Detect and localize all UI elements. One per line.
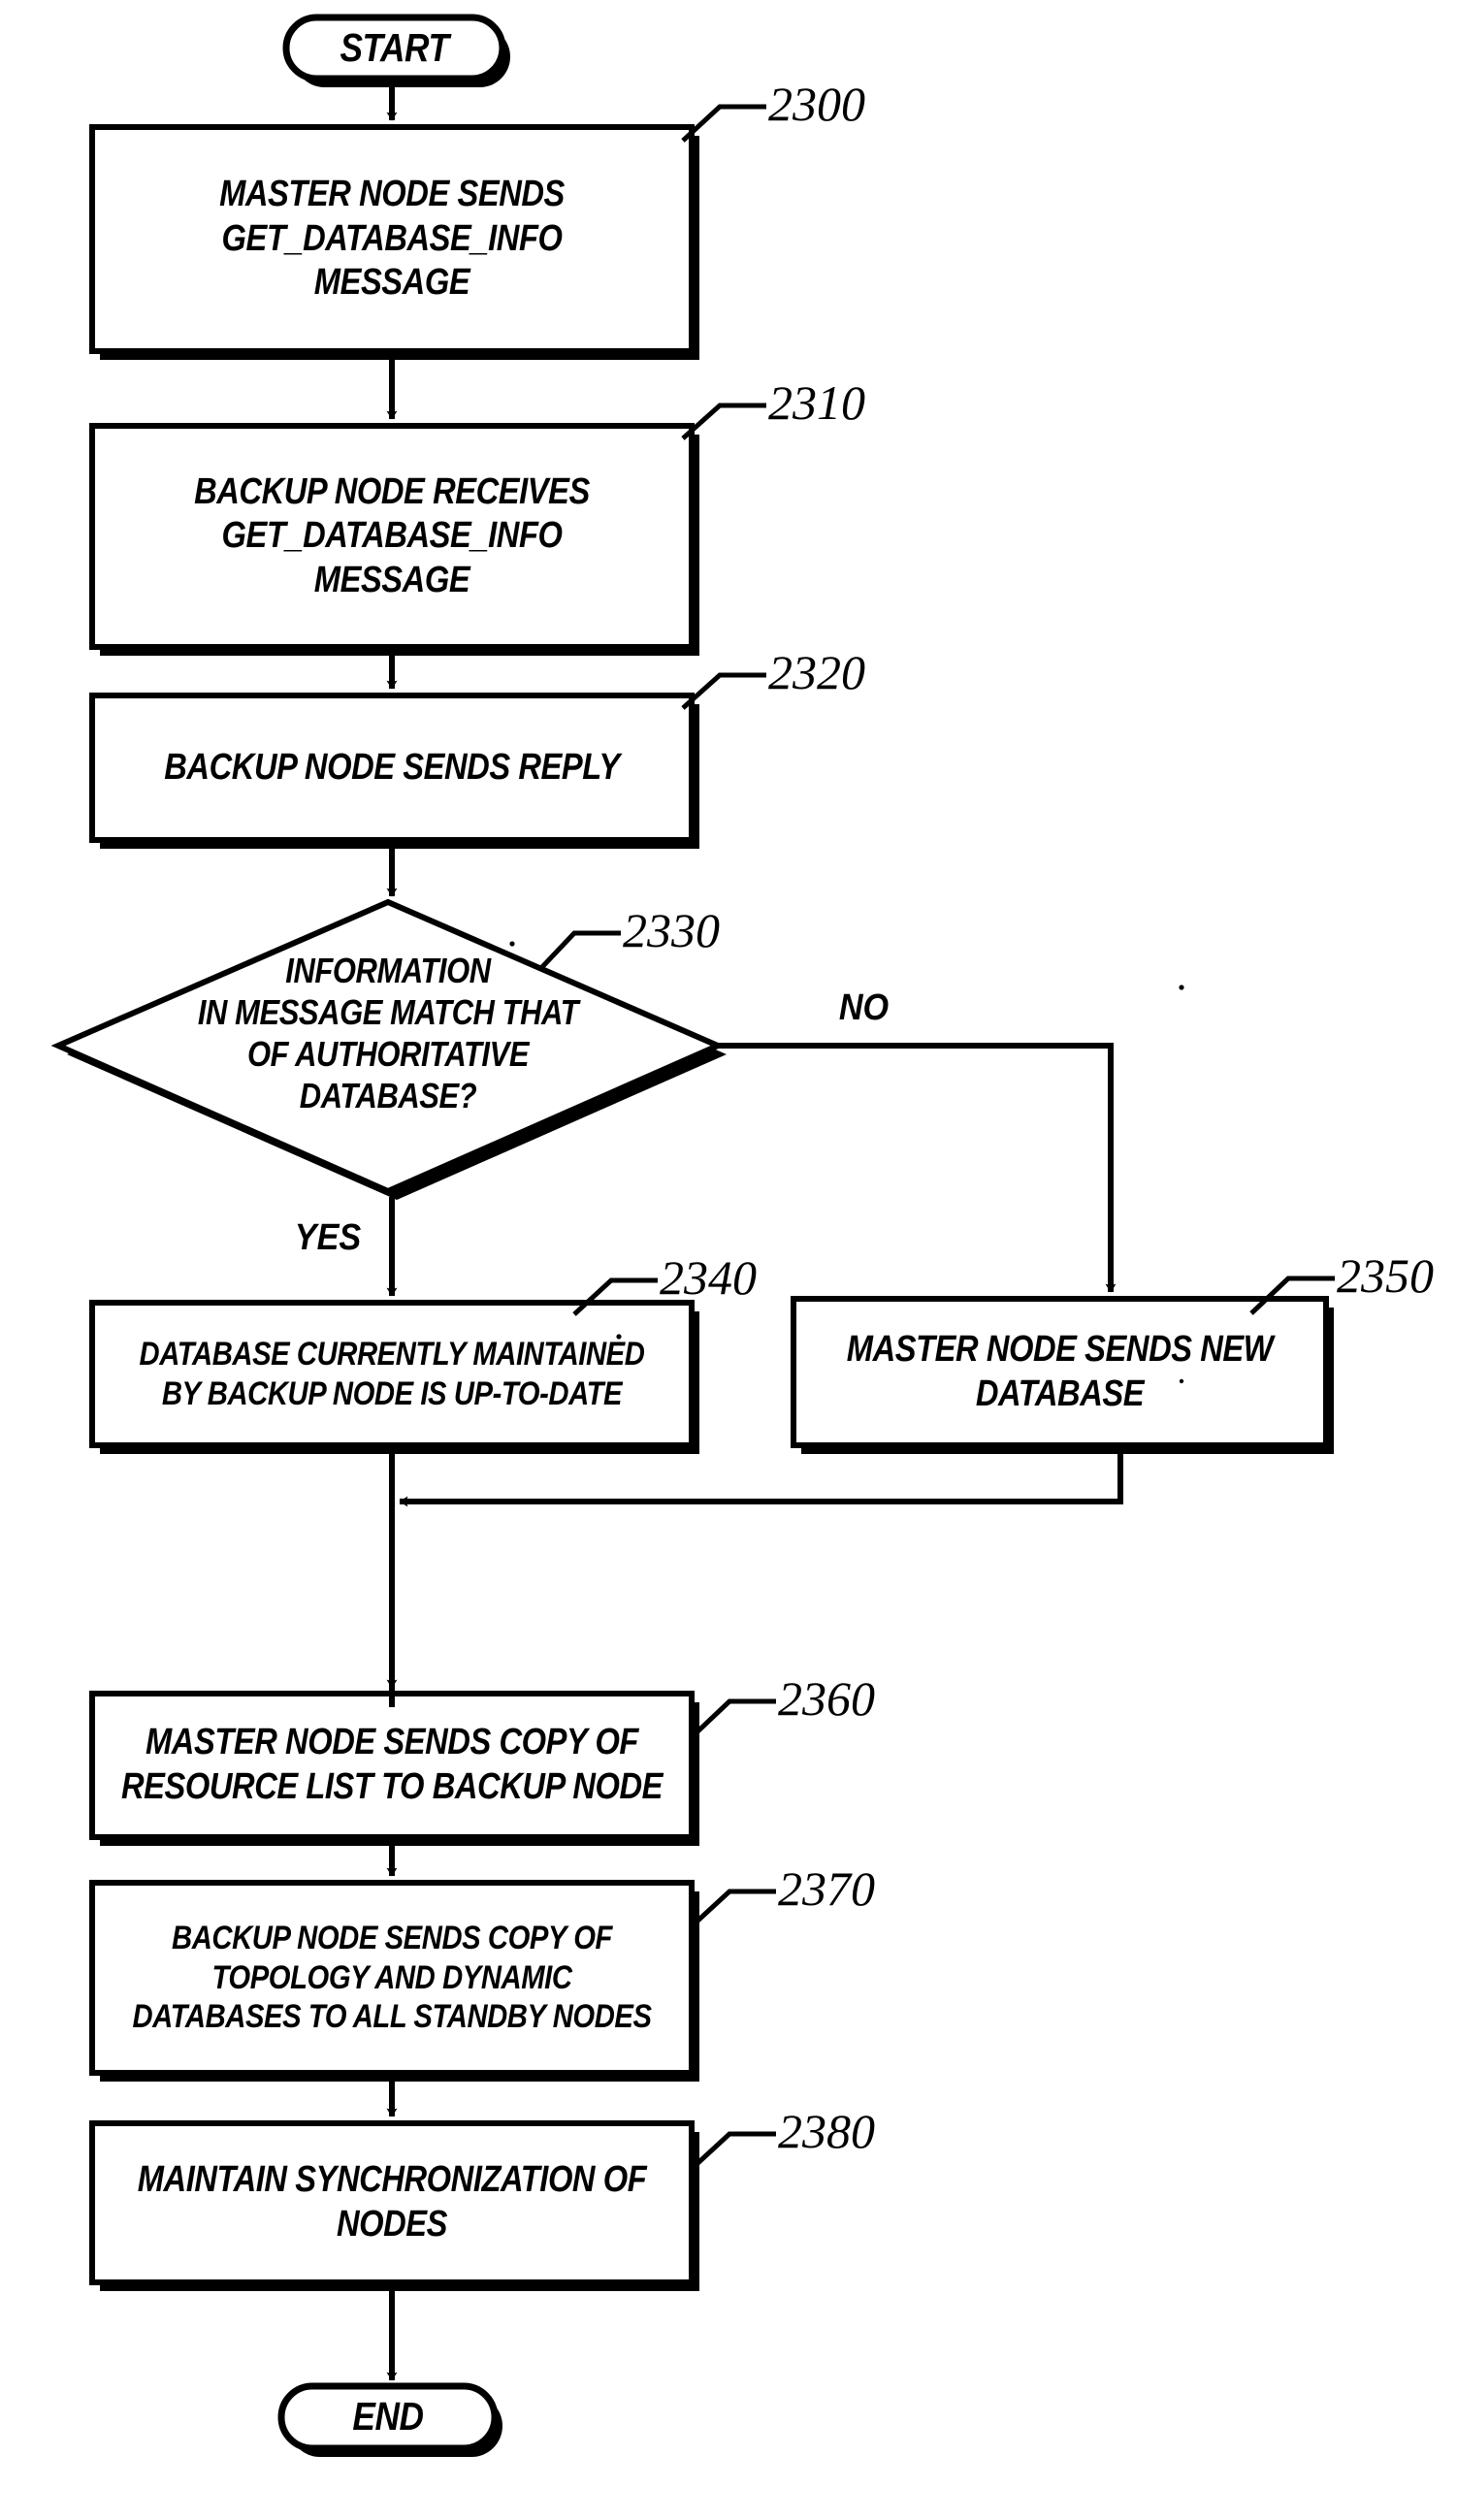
- ref-numeral-2310: 2310: [768, 375, 865, 430]
- start-terminal: [282, 14, 506, 82]
- leader-2370: [691, 1889, 776, 1927]
- leader-2310: [681, 403, 766, 440]
- end-terminal: [277, 2382, 499, 2452]
- leader-2330: [537, 930, 621, 972]
- process-2310: [89, 423, 695, 650]
- process-2340: [89, 1300, 695, 1448]
- shadow-layer: [67, 26, 1334, 2457]
- branch-label-yes: YES: [294, 1217, 362, 1258]
- process-2360: [89, 1691, 695, 1840]
- process-2320: [89, 693, 695, 843]
- ref-numeral-2360: 2360: [778, 1671, 875, 1726]
- decision-2330: [50, 898, 726, 1195]
- process-2350: [791, 1296, 1329, 1448]
- leader-2300: [681, 104, 766, 143]
- leader-2380: [691, 2131, 776, 2170]
- ref-numeral-2320: 2320: [768, 645, 865, 699]
- leader-line-layer: [537, 104, 1335, 2170]
- process-2300: [89, 124, 695, 354]
- ref-numeral-2330: 2330: [623, 903, 720, 957]
- leader-2360: [691, 1698, 776, 1738]
- process-2380: [89, 2120, 695, 2285]
- ref-numeral-2340: 2340: [660, 1250, 757, 1305]
- edge-2330-no-to-2350: [718, 1043, 1117, 1293]
- ref-numeral-2350: 2350: [1337, 1248, 1434, 1303]
- patent-flowchart-figure: START MASTER NODE SENDS GET_DATABASE_INF…: [0, 0, 1457, 2520]
- leader-2320: [681, 672, 766, 710]
- ref-numeral-2380: 2380: [778, 2104, 875, 2158]
- process-2370: [89, 1880, 695, 2076]
- edge-2350-merge: [399, 1451, 1123, 1507]
- ref-numeral-2370: 2370: [778, 1861, 875, 1916]
- shape-layer: [50, 14, 1329, 2452]
- branch-label-no: NO: [838, 987, 890, 1028]
- ref-numeral-2300: 2300: [768, 77, 865, 131]
